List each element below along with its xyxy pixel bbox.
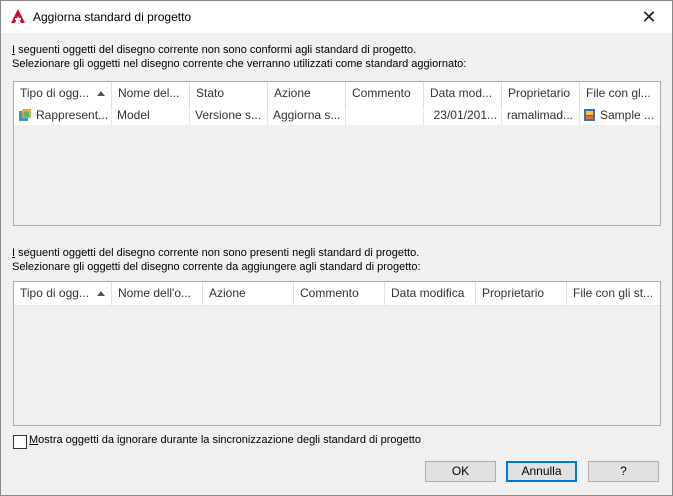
row-type-cell: Rappresent... — [14, 105, 112, 125]
grid2-col-type[interactable]: Tipo di ogg... — [14, 282, 112, 305]
row-status-cell: Versione s... — [190, 105, 268, 125]
row-file-value: Sample ... — [600, 108, 655, 122]
dialog-window: Aggiorna standard di progetto ✕ I seguen… — [0, 0, 673, 496]
show-ignored-label[interactable]: Mostra oggetti da ignorare durante la si… — [29, 434, 421, 446]
row-name-cell: Model — [112, 105, 190, 125]
grid1-col-action[interactable]: Azione — [268, 82, 346, 105]
close-button[interactable]: ✕ — [626, 1, 672, 33]
grid1-col-file[interactable]: File con gl... — [580, 82, 660, 105]
autocad-logo-icon — [11, 9, 25, 23]
title-bar: Aggiorna standard di progetto ✕ — [1, 1, 672, 33]
grid2-col-owner[interactable]: Proprietario — [476, 282, 567, 305]
grid1-col-name[interactable]: Nome del... — [112, 82, 190, 105]
row-owner-cell: ramalimad... — [502, 105, 580, 125]
row-type-value: Rappresent... — [36, 108, 109, 122]
grid1-col-status[interactable]: Stato — [190, 82, 268, 105]
grid1-col-date[interactable]: Data mod... — [424, 82, 502, 105]
visual-style-icon — [19, 109, 31, 121]
grid1-col-type[interactable]: Tipo di ogg... — [14, 82, 112, 105]
window-title: Aggiorna standard di progetto — [33, 10, 192, 24]
ok-button[interactable]: OK — [425, 461, 496, 482]
missing-objects-grid[interactable]: Tipo di ogg... Nome dell'o... Azione Com… — [13, 281, 661, 426]
section1-line2: Selezionare gli oggetti nel disegno corr… — [12, 58, 467, 70]
section1-line1: seguenti oggetti del disegno corrente no… — [15, 44, 417, 56]
nonconforming-objects-grid[interactable]: Tipo di ogg... Nome del... Stato Azione … — [13, 81, 661, 226]
table-row[interactable]: Rappresent... Model Versione s... Aggior… — [14, 105, 660, 125]
close-icon: ✕ — [641, 6, 657, 27]
grid2-col-type-label: Tipo di ogg... — [20, 286, 89, 300]
grid2-col-name[interactable]: Nome dell'o... — [112, 282, 203, 305]
row-date-cell: 23/01/201... — [424, 105, 502, 125]
row-action-cell[interactable]: Aggiorna s... — [268, 105, 346, 125]
row-file-cell: Sample ... — [580, 105, 660, 125]
row-comment-cell[interactable] — [346, 105, 424, 125]
grid1-col-type-label: Tipo di ogg... — [20, 86, 89, 100]
section2-line2: Selezionare gli oggetti del disegno corr… — [12, 261, 421, 273]
grid2-col-date[interactable]: Data modifica — [385, 282, 476, 305]
show-ignored-label-text: ostra oggetti da ignorare durante la sin… — [38, 434, 421, 446]
grid2-col-comment[interactable]: Commento — [294, 282, 385, 305]
sort-ascending-icon — [97, 291, 105, 296]
show-ignored-checkbox[interactable] — [13, 435, 27, 449]
grid2-col-file[interactable]: File con gli st... — [567, 282, 660, 305]
section2-line1: seguenti oggetti del disegno corrente no… — [15, 247, 420, 259]
section1-description: I seguenti oggetti del disegno corrente … — [12, 43, 466, 71]
help-button[interactable]: ? — [588, 461, 659, 482]
cancel-button[interactable]: Annulla — [506, 461, 577, 482]
grid2-header: Tipo di ogg... Nome dell'o... Azione Com… — [14, 282, 660, 306]
section2-description: I seguenti oggetti del disegno corrente … — [12, 246, 421, 274]
grid1-header: Tipo di ogg... Nome del... Stato Azione … — [14, 82, 660, 106]
grid1-col-owner[interactable]: Proprietario — [502, 82, 580, 105]
grid1-col-comment[interactable]: Commento — [346, 82, 424, 105]
sort-ascending-icon — [97, 91, 105, 96]
standards-file-icon — [584, 109, 595, 121]
show-ignored-label-prefix: M — [29, 434, 39, 446]
grid2-col-action[interactable]: Azione — [203, 282, 294, 305]
